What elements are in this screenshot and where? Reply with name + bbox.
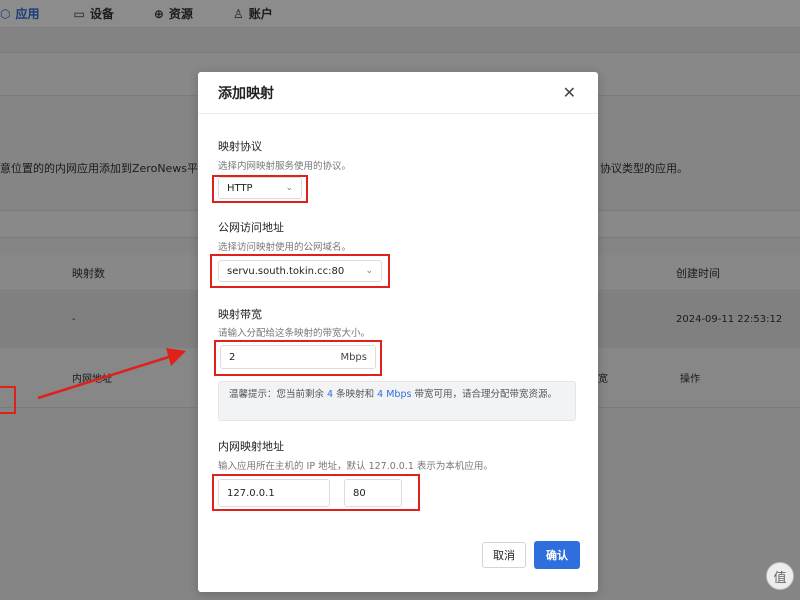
- protocol-label: 映射协议: [218, 140, 262, 153]
- cancel-button[interactable]: 取消: [482, 542, 526, 568]
- domain-hint: 选择访问映射使用的公网域名。: [218, 242, 352, 253]
- annotation-box: [212, 474, 420, 511]
- annotation-box: [0, 386, 16, 414]
- domain-label: 公网访问地址: [218, 221, 284, 234]
- bandwidth-label: 映射带宽: [218, 308, 262, 321]
- internal-address-label: 内网映射地址: [218, 440, 284, 453]
- bandwidth-hint: 请输入分配给这条映射的带宽大小。: [218, 328, 371, 339]
- quota-tip: 温馨提示：您当前剩余 4 条映射和 4 Mbps 带宽可用，请合理分配带宽资源。: [218, 381, 576, 421]
- annotation-box: [210, 254, 390, 288]
- internal-address-hint: 输入应用所在主机的 IP 地址，默认 127.0.0.1 表示为本机应用。: [218, 461, 493, 472]
- dialog-title: 添加映射: [218, 85, 274, 102]
- dialog-header: 添加映射 ✕: [198, 72, 598, 114]
- close-icon[interactable]: ✕: [563, 83, 576, 102]
- watermark-logo: 值: [766, 562, 794, 590]
- add-mapping-dialog: 添加映射 ✕ 映射协议 选择内网映射服务使用的协议。 HTTP ⌄ 公网访问地址…: [198, 72, 598, 592]
- confirm-button[interactable]: 确认: [534, 541, 580, 569]
- annotation-box: [214, 340, 382, 376]
- protocol-hint: 选择内网映射服务使用的协议。: [218, 161, 352, 172]
- annotation-box: [212, 175, 308, 203]
